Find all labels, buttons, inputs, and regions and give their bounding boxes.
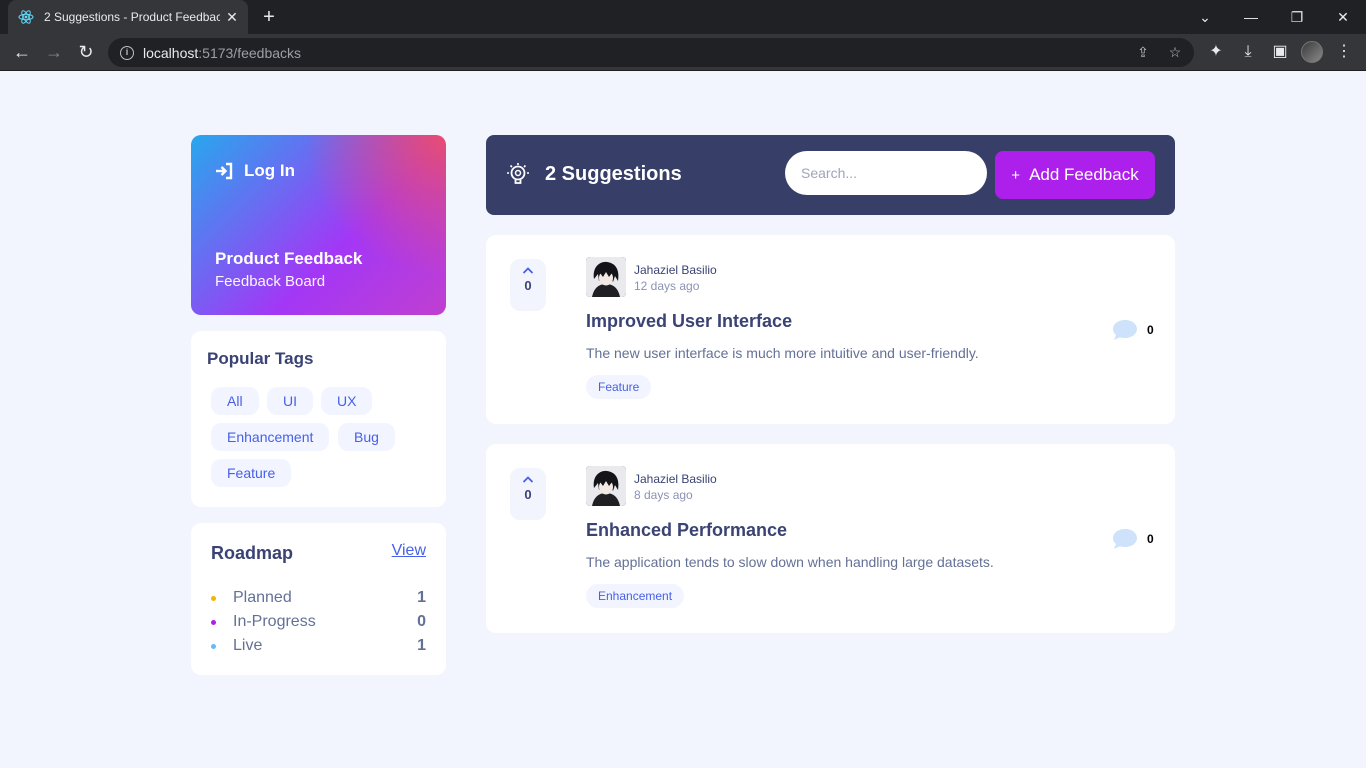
comment-icon bbox=[1113, 320, 1137, 340]
avatar bbox=[586, 257, 626, 297]
feedback-tag: Feature bbox=[586, 375, 652, 399]
popular-tags-card: Popular Tags All UI UX Enhancement Bug F… bbox=[191, 331, 446, 507]
search-input[interactable] bbox=[785, 151, 987, 195]
upvote-count: 0 bbox=[524, 278, 532, 293]
minimize-button[interactable]: — bbox=[1240, 6, 1262, 28]
tab-title: 2 Suggestions - Product Feedback bbox=[44, 10, 220, 24]
forward-icon[interactable]: → bbox=[42, 40, 66, 64]
browser-tab[interactable]: 2 Suggestions - Product Feedback ✕ bbox=[8, 0, 248, 34]
roadmap-item-count: 0 bbox=[417, 613, 426, 630]
close-tab-icon[interactable]: ✕ bbox=[224, 9, 240, 25]
post-time: 8 days ago bbox=[634, 488, 693, 502]
roadmap-item-count: 1 bbox=[417, 589, 426, 606]
comment-counter[interactable]: 0 bbox=[1112, 528, 1154, 550]
browser-toolbar: ← → ↻ i localhost:5173/feedbacks ⇪ ☆ ✦ ⤓… bbox=[0, 34, 1366, 71]
browser-tab-bar: 2 Suggestions - Product Feedback ✕ + ⌄ —… bbox=[0, 0, 1366, 34]
roadmap-item-planned: Planned 1 bbox=[211, 588, 426, 608]
roadmap-item-count: 1 bbox=[417, 637, 426, 654]
feedback-card[interactable]: 0 Jahaziel Basilio 8 days ago Enhanced P… bbox=[486, 444, 1175, 633]
menu-icon[interactable]: ⋮ bbox=[1332, 40, 1356, 64]
tag-bug[interactable]: Bug bbox=[338, 423, 395, 451]
upvote-button[interactable]: 0 bbox=[510, 259, 546, 311]
tag-all[interactable]: All bbox=[211, 387, 259, 415]
extensions-icon[interactable]: ✦ bbox=[1204, 40, 1228, 64]
feedback-tag: Enhancement bbox=[586, 584, 685, 608]
add-feedback-label: Add Feedback bbox=[1029, 165, 1139, 184]
brand-title: Product Feedback bbox=[215, 249, 363, 268]
download-icon[interactable]: ⤓ bbox=[1236, 40, 1260, 64]
feedback-title[interactable]: Enhanced Performance bbox=[586, 520, 787, 541]
feedback-card[interactable]: 0 Jahaziel Basilio 12 days ago Improved … bbox=[486, 235, 1175, 424]
comment-count: 0 bbox=[1147, 323, 1154, 337]
roadmap-item-in-progress: In-Progress 0 bbox=[211, 612, 426, 632]
roadmap-item-label: Planned bbox=[233, 589, 292, 606]
tag-enhancement[interactable]: Enhancement bbox=[211, 423, 330, 451]
back-icon[interactable]: ← bbox=[10, 40, 34, 64]
tag-feature[interactable]: Feature bbox=[211, 459, 292, 487]
new-tab-button[interactable]: + bbox=[258, 6, 280, 28]
roadmap-card: Roadmap View Planned 1 In-Progress 0 Liv… bbox=[191, 523, 446, 675]
add-feedback-button[interactable]: + Add Feedback bbox=[995, 151, 1155, 199]
comment-counter[interactable]: 0 bbox=[1112, 319, 1154, 341]
upvote-count: 0 bbox=[524, 487, 532, 502]
side-panel-icon[interactable]: ▣ bbox=[1268, 40, 1292, 64]
tag-ui[interactable]: UI bbox=[267, 387, 313, 415]
site-info-icon[interactable]: i bbox=[120, 45, 134, 60]
roadmap-item-label: In-Progress bbox=[233, 613, 316, 630]
comment-count: 0 bbox=[1147, 532, 1154, 546]
login-button[interactable]: Log In bbox=[215, 161, 295, 181]
roadmap-view-link[interactable]: View bbox=[392, 542, 426, 560]
feedback-description: The application tends to slow down when … bbox=[586, 554, 994, 570]
share-icon[interactable]: ⇪ bbox=[1133, 42, 1153, 62]
brand-card: Log In Product Feedback Feedback Board bbox=[191, 135, 446, 315]
lightbulb-icon bbox=[507, 163, 529, 184]
address-bar[interactable]: i localhost:5173/feedbacks ⇪ ☆ bbox=[108, 38, 1194, 67]
login-label: Log In bbox=[244, 161, 295, 180]
restore-button[interactable]: ❐ bbox=[1286, 6, 1308, 28]
suggestions-header: 2 Suggestions + Add Feedback bbox=[486, 135, 1175, 215]
chevron-up-icon bbox=[522, 476, 534, 483]
reload-icon[interactable]: ↻ bbox=[74, 40, 98, 64]
login-icon bbox=[216, 162, 233, 180]
upvote-button[interactable]: 0 bbox=[510, 468, 546, 520]
feedback-description: The new user interface is much more intu… bbox=[586, 345, 979, 361]
profile-avatar[interactable] bbox=[1301, 41, 1323, 63]
status-dot bbox=[211, 643, 216, 649]
avatar bbox=[586, 466, 626, 506]
close-window-button[interactable]: ✕ bbox=[1332, 6, 1354, 28]
feedback-title[interactable]: Improved User Interface bbox=[586, 311, 792, 332]
status-dot bbox=[211, 595, 216, 601]
comment-icon bbox=[1113, 529, 1137, 549]
react-icon bbox=[18, 9, 34, 25]
author-name: Jahaziel Basilio bbox=[634, 472, 717, 486]
chevron-up-icon bbox=[522, 267, 534, 274]
status-dot bbox=[211, 619, 216, 625]
popular-tags-title: Popular Tags bbox=[207, 349, 314, 368]
brand-subtitle: Feedback Board bbox=[215, 273, 326, 290]
tab-search-icon[interactable]: ⌄ bbox=[1194, 6, 1216, 28]
post-time: 12 days ago bbox=[634, 279, 700, 293]
suggestions-count: 2 Suggestions bbox=[545, 163, 682, 185]
plus-icon: + bbox=[1011, 166, 1021, 184]
roadmap-item-label: Live bbox=[233, 637, 263, 654]
roadmap-item-live: Live 1 bbox=[211, 636, 426, 656]
roadmap-title: Roadmap bbox=[211, 543, 294, 563]
bookmark-star-icon[interactable]: ☆ bbox=[1165, 42, 1185, 62]
url-text: localhost:5173/feedbacks bbox=[143, 44, 302, 61]
tag-ux[interactable]: UX bbox=[321, 387, 373, 415]
author-name: Jahaziel Basilio bbox=[634, 263, 717, 277]
